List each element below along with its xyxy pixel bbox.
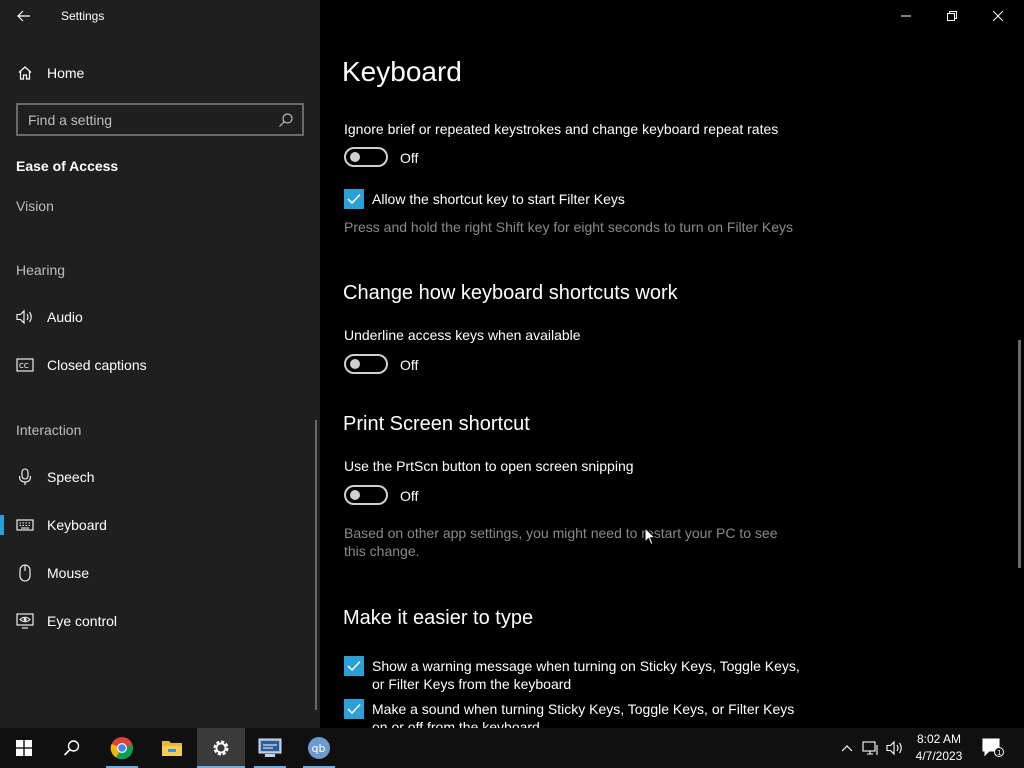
warning-message-label: Show a warning message when turning on S… (372, 658, 800, 692)
checkmark-icon (347, 193, 361, 205)
underline-access-keys-label: Underline access keys when available (344, 327, 581, 343)
mouse-icon (16, 564, 34, 582)
windows-logo-icon (16, 740, 32, 756)
toggle-knob (350, 152, 360, 162)
search-box[interactable] (16, 103, 304, 136)
filter-keys-shortcut-description: Press and hold the right Shift key for e… (344, 219, 794, 235)
network-tray-button[interactable] (859, 728, 883, 768)
sidebar-item-closed-captions[interactable]: CC Closed captions (0, 345, 318, 385)
notification-icon: 1 (982, 738, 1004, 757)
network-icon (862, 741, 878, 755)
minimize-button[interactable] (883, 0, 929, 32)
filter-keys-shortcut-label: Allow the shortcut key to start Filter K… (372, 191, 625, 207)
remote-desktop-icon (258, 738, 282, 757)
chrome-taskbar-button[interactable] (98, 728, 146, 768)
file-explorer-taskbar-button[interactable] (148, 728, 196, 768)
sidebar-item-eye-control[interactable]: Eye control (0, 601, 318, 641)
category-heading: Ease of Access (16, 158, 119, 174)
home-nav-item[interactable]: Home (0, 53, 318, 93)
speaker-icon (16, 308, 34, 326)
qb-app-icon: qb (308, 737, 330, 759)
close-icon (993, 11, 1003, 21)
captions-icon: CC (16, 356, 34, 374)
content-scrollbar[interactable] (1018, 340, 1021, 568)
system-clock[interactable]: 8:02 AM 4/7/2023 (908, 731, 970, 765)
sidebar-item-label: Eye control (47, 613, 118, 629)
filter-keys-toggle[interactable] (344, 147, 388, 167)
sidebar-scrollbar[interactable] (315, 420, 317, 710)
underline-access-keys-toggle-state: Off (400, 357, 419, 373)
svg-text:qb: qb (312, 742, 326, 755)
section-heading-vision: Vision (16, 198, 54, 214)
shortcuts-heading: Change how keyboard shortcuts work (343, 282, 678, 304)
svg-text:CC: CC (19, 362, 29, 370)
notification-count: 1 (997, 749, 1001, 757)
restore-button[interactable] (929, 0, 975, 32)
search-icon (63, 740, 80, 756)
settings-sidebar: Settings Home Ease of Access Vision Hear… (0, 0, 320, 728)
close-button[interactable] (975, 0, 1021, 32)
settings-taskbar-button[interactable] (197, 728, 245, 768)
print-screen-toggle[interactable] (344, 485, 388, 505)
print-screen-note: Based on other app settings, you might n… (344, 525, 778, 559)
chrome-icon (110, 737, 134, 760)
filter-keys-shortcut-checkbox[interactable] (344, 189, 364, 209)
title-bar: Settings (0, 0, 320, 32)
clock-time: 8:02 AM (916, 732, 962, 746)
folder-icon (162, 741, 182, 756)
back-arrow-icon (17, 10, 30, 22)
home-label: Home (47, 65, 85, 81)
restore-icon (947, 11, 957, 21)
sidebar-item-label: Audio (47, 309, 83, 325)
print-screen-heading: Print Screen shortcut (343, 413, 530, 435)
section-heading-interaction: Interaction (16, 422, 82, 438)
volume-icon (886, 740, 902, 756)
filter-keys-toggle-state: Off (400, 150, 419, 166)
typing-heading: Make it easier to type (343, 607, 534, 629)
eye-icon (16, 612, 34, 630)
sound-checkbox[interactable] (344, 699, 364, 719)
back-button[interactable] (8, 4, 40, 28)
sidebar-item-label: Keyboard (47, 517, 107, 533)
sidebar-item-keyboard[interactable]: Keyboard (0, 505, 318, 545)
underline-access-keys-toggle[interactable] (344, 354, 388, 374)
sidebar-item-label: Mouse (47, 565, 90, 581)
print-screen-toggle-state: Off (400, 488, 419, 504)
clock-date: 4/7/2023 (915, 749, 963, 763)
start-button[interactable] (0, 728, 48, 768)
toggle-knob (350, 490, 360, 500)
filter-keys-setting-label: Ignore brief or repeated keystrokes and … (344, 121, 779, 137)
settings-content: Keyboard Ignore brief or repeated keystr… (320, 0, 1024, 728)
checkmark-icon (347, 703, 361, 715)
app-title: Settings (61, 9, 105, 23)
taskbar-search-button[interactable] (48, 728, 96, 768)
sidebar-item-mouse[interactable]: Mouse (0, 553, 318, 593)
sidebar-item-label: Closed captions (47, 357, 147, 373)
print-screen-setting-label: Use the PrtScn button to open screen sni… (344, 458, 634, 474)
minimize-icon (901, 15, 911, 17)
chevron-up-icon (841, 745, 853, 752)
warning-message-checkbox[interactable] (344, 656, 364, 676)
action-center-button[interactable]: 1 (978, 728, 1008, 768)
toggle-knob (350, 359, 360, 369)
sidebar-item-label: Speech (47, 469, 95, 485)
remote-desktop-taskbar-button[interactable] (246, 728, 294, 768)
volume-tray-button[interactable] (883, 728, 907, 768)
show-hidden-icons-button[interactable] (836, 728, 858, 768)
search-input[interactable] (28, 111, 268, 129)
home-icon (16, 64, 34, 82)
sidebar-item-speech[interactable]: Speech (0, 457, 318, 497)
section-heading-hearing: Hearing (16, 262, 66, 278)
taskbar: qb 8:02 AM 4/7/2023 1 (0, 728, 1024, 768)
mouse-cursor-icon (644, 527, 656, 546)
gear-icon (213, 740, 229, 756)
sidebar-item-audio[interactable]: Audio (0, 297, 318, 337)
microphone-icon (16, 468, 34, 486)
quickbooks-taskbar-button[interactable]: qb (295, 728, 343, 768)
keyboard-icon (16, 516, 34, 534)
page-title: Keyboard (342, 56, 482, 88)
checkmark-icon (347, 660, 361, 672)
search-icon[interactable] (278, 112, 294, 128)
sound-label: Make a sound when turning Sticky Keys, T… (372, 701, 795, 728)
